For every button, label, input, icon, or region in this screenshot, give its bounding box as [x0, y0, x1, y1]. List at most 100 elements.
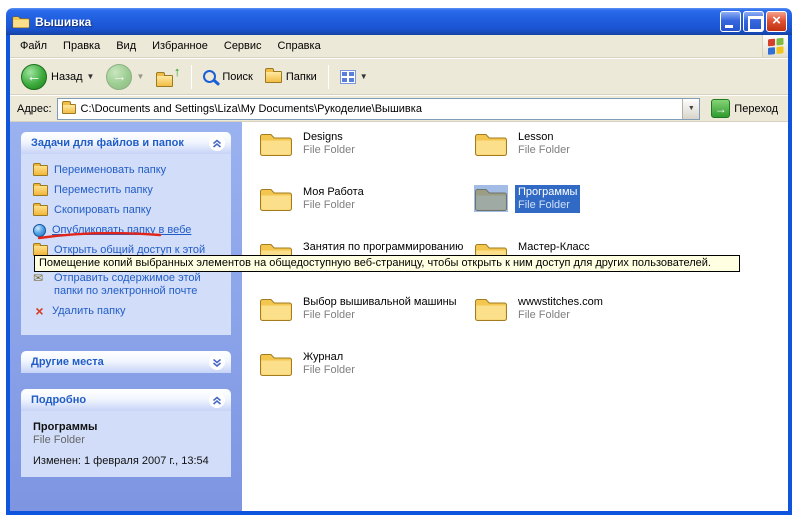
- folder-name: wwwstitches.com: [518, 296, 603, 309]
- folder-icon: [259, 185, 293, 212]
- details-item-type: File Folder: [33, 434, 225, 446]
- windows-logo-icon: [762, 35, 788, 57]
- folder-type: File Folder: [518, 144, 570, 157]
- folder-item[interactable]: Моя РаботаFile Folder: [259, 185, 367, 240]
- tooltip: Помещение копий выбранных элементов на о…: [34, 255, 740, 272]
- address-input[interactable]: C:\Documents and Settings\Liza\My Docume…: [57, 98, 701, 120]
- title-bar[interactable]: Вышивка ×: [6, 8, 792, 35]
- delete-icon: [33, 305, 46, 317]
- menu-item-1[interactable]: Правка: [55, 37, 108, 55]
- details-item-name: Программы: [33, 421, 225, 433]
- folder-item[interactable]: Выбор вышивальной машиныFile Folder: [259, 295, 460, 350]
- task-pane: Задачи для файлов и папок Переименовать …: [10, 122, 242, 511]
- toolbar: ← Назад ▼ → ▼ ↑ Поиск Папки: [10, 58, 788, 95]
- publish-web-icon: [33, 224, 46, 237]
- views-dropdown-icon[interactable]: ▼: [360, 72, 368, 81]
- address-dropdown-button[interactable]: ▼: [682, 99, 699, 119]
- chevron-down-icon[interactable]: [209, 354, 225, 370]
- back-label: Назад: [51, 71, 83, 83]
- menu-item-2[interactable]: Вид: [108, 37, 144, 55]
- task-item-delete[interactable]: Удалить папку: [33, 305, 225, 318]
- go-arrow-icon: →: [711, 99, 730, 118]
- forward-button[interactable]: → ▼: [101, 62, 149, 92]
- email-icon: [33, 272, 48, 285]
- up-button[interactable]: ↑: [151, 65, 185, 89]
- folder-text: Выбор вышивальной машиныFile Folder: [300, 295, 460, 323]
- task-item-move-folder[interactable]: Переместить папку: [33, 184, 225, 197]
- folder-name: Designs: [303, 131, 355, 144]
- file-tasks-header[interactable]: Задачи для файлов и папок: [21, 132, 231, 154]
- task-item-email[interactable]: Отправить содержимое этой папки по элект…: [33, 272, 225, 298]
- back-button[interactable]: ← Назад ▼: [16, 62, 99, 92]
- folder-text: LessonFile Folder: [515, 130, 573, 158]
- folder-name: Занятия по программированию: [303, 241, 463, 254]
- folder-text: wwwstitches.comFile Folder: [515, 295, 606, 323]
- copy-folder-icon: [33, 205, 48, 216]
- toolbar-separator: [191, 65, 192, 89]
- search-button[interactable]: Поиск: [198, 68, 257, 85]
- folder-item[interactable]: ПрограммыFile Folder: [474, 185, 580, 240]
- folder-type: File Folder: [518, 309, 603, 322]
- search-icon: [203, 70, 216, 83]
- file-grid: DesignsFile FolderLessonFile FolderМоя Р…: [242, 122, 788, 511]
- menu-item-3[interactable]: Избранное: [144, 37, 216, 55]
- folder-icon: [474, 295, 508, 322]
- close-button[interactable]: ×: [766, 11, 787, 32]
- folder-icon: [474, 130, 508, 157]
- maximize-button[interactable]: [743, 11, 764, 32]
- details-item-modified: Изменен: 1 февраля 2007 г., 13:54: [33, 455, 225, 467]
- task-item-label: Скопировать папку: [54, 204, 219, 217]
- task-item-publish-web[interactable]: Опубликовать папку в вебе: [33, 224, 225, 237]
- details-header[interactable]: Подробно: [21, 389, 231, 411]
- folder-icon: [474, 185, 508, 212]
- folder-text: Моя РаботаFile Folder: [300, 185, 367, 213]
- folder-name: Мастер-Класс: [518, 241, 590, 254]
- explorer-window: Вышивка × ФайлПравкаВидИзбранноеСервисСп…: [6, 8, 792, 515]
- menu-item-5[interactable]: Справка: [270, 37, 329, 55]
- rename-folder-icon: [33, 165, 48, 176]
- other-places-panel: Другие места: [21, 351, 231, 373]
- folder-item[interactable]: ЖурналFile Folder: [259, 350, 358, 405]
- chevron-up-icon[interactable]: [209, 135, 225, 151]
- go-button[interactable]: → Переход: [705, 99, 784, 118]
- forward-dropdown-icon: ▼: [136, 72, 144, 81]
- views-button[interactable]: ▼: [335, 68, 373, 86]
- back-arrow-icon: ←: [21, 64, 47, 90]
- menu-bar: ФайлПравкаВидИзбранноеСервисСправка: [10, 35, 788, 58]
- folder-item[interactable]: DesignsFile Folder: [259, 130, 358, 185]
- folder-type: File Folder: [303, 364, 355, 377]
- folder-name: Выбор вышивальной машины: [303, 296, 457, 309]
- folder-name: Программы: [518, 186, 577, 199]
- up-folder-icon: ↑: [156, 67, 180, 87]
- content-area: Задачи для файлов и папок Переименовать …: [10, 122, 788, 511]
- minimize-button[interactable]: [720, 11, 741, 32]
- folder-item[interactable]: LessonFile Folder: [474, 130, 573, 185]
- task-item-label: Отправить содержимое этой папки по элект…: [54, 272, 219, 298]
- menu-item-4[interactable]: Сервис: [216, 37, 270, 55]
- window-title: Вышивка: [35, 15, 715, 29]
- address-bar: Адрес: C:\Documents and Settings\Liza\My…: [10, 95, 788, 122]
- folder-name: Моя Работа: [303, 186, 364, 199]
- file-tasks-list: Переименовать папку Переместить папку Скоп…: [21, 154, 231, 335]
- other-places-header[interactable]: Другие места: [21, 351, 231, 373]
- task-item-copy-folder[interactable]: Скопировать папку: [33, 204, 225, 217]
- task-item-label: Переименовать папку: [54, 164, 219, 177]
- folder-text: ПрограммыFile Folder: [515, 185, 580, 213]
- folder-item[interactable]: wwwstitches.comFile Folder: [474, 295, 606, 350]
- folder-text: DesignsFile Folder: [300, 130, 358, 158]
- details-panel: Подробно Программы File Folder Изменен: …: [21, 389, 231, 477]
- address-value: C:\Documents and Settings\Liza\My Docume…: [81, 103, 678, 115]
- file-tasks-title: Задачи для файлов и папок: [31, 137, 184, 149]
- folder-name: Lesson: [518, 131, 570, 144]
- menu-item-0[interactable]: Файл: [12, 37, 55, 55]
- folder-icon: [259, 130, 293, 157]
- back-dropdown-icon[interactable]: ▼: [87, 72, 95, 81]
- details-title: Подробно: [31, 394, 86, 406]
- folders-button[interactable]: Папки: [260, 69, 322, 85]
- search-label: Поиск: [222, 71, 252, 83]
- task-item-label: Опубликовать папку в вебе: [52, 224, 217, 237]
- task-item-rename-folder[interactable]: Переименовать папку: [33, 164, 225, 177]
- task-item-label: Переместить папку: [54, 184, 219, 197]
- folder-type: File Folder: [303, 199, 364, 212]
- chevron-up-icon[interactable]: [209, 392, 225, 408]
